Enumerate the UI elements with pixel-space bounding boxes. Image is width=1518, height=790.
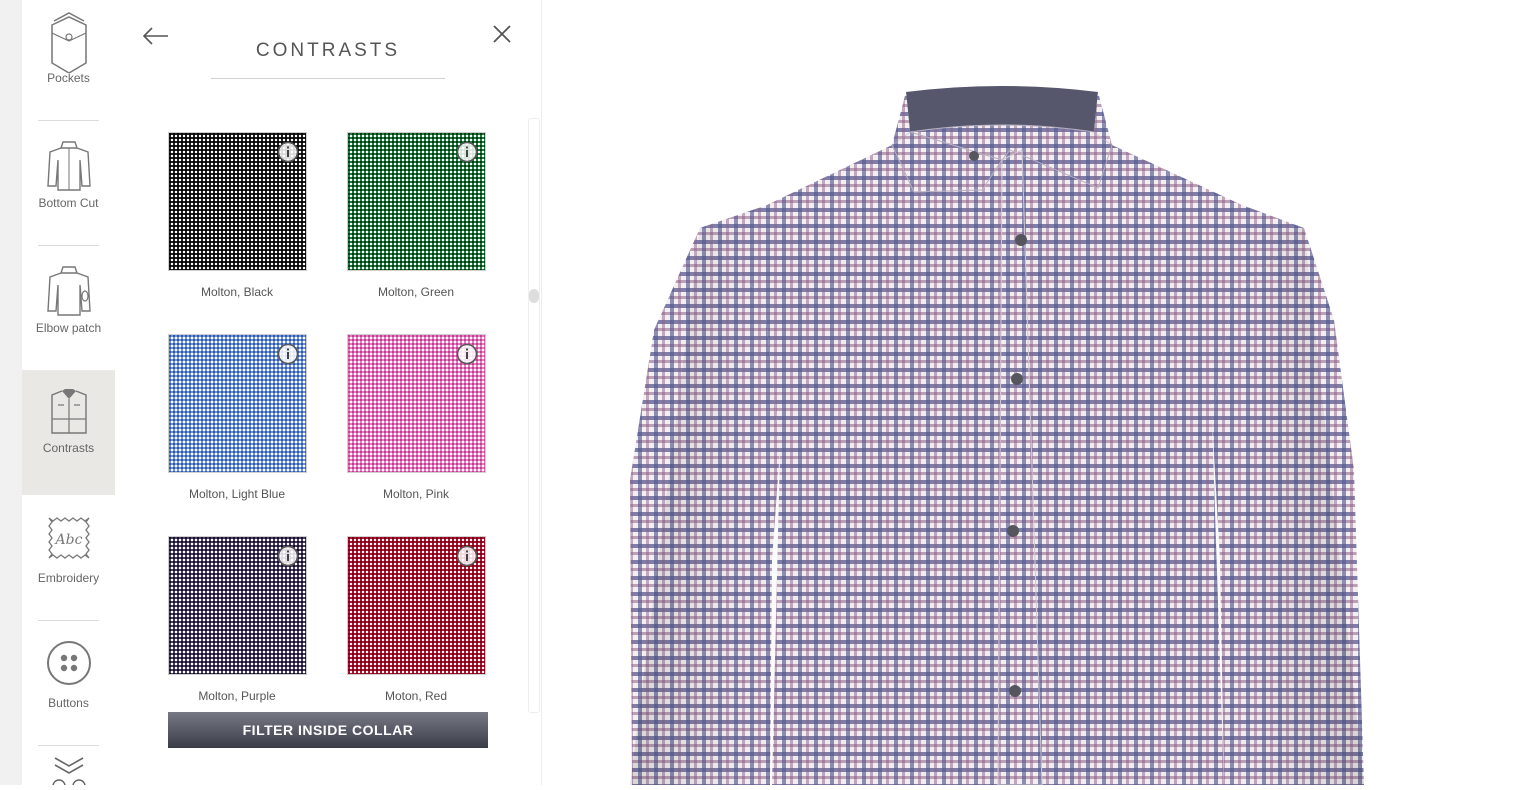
contrasts-icon <box>44 383 94 434</box>
scrollbar-thumb[interactable] <box>529 289 539 303</box>
back-button[interactable] <box>140 22 172 50</box>
fabric-swatch[interactable] <box>168 334 307 473</box>
nav-more-button[interactable] <box>22 746 115 790</box>
nav-item-embroidery[interactable]: Abc Embroidery <box>22 500 115 625</box>
close-button[interactable] <box>488 20 516 48</box>
fabric-swatch-label: Molton, Light Blue <box>188 487 286 501</box>
embroidery-icon-text: Abc <box>53 532 82 548</box>
panel-scrollbar[interactable] <box>528 118 540 713</box>
nav-item-contrasts[interactable]: Contrasts <box>22 370 115 495</box>
info-icon[interactable] <box>456 343 478 365</box>
fabric-swatch[interactable] <box>168 132 307 271</box>
fabric-swatch[interactable] <box>347 132 486 271</box>
fabric-swatch-label: Moton, Red <box>384 689 448 703</box>
buttons-icon <box>44 638 94 688</box>
pocket-icon <box>44 12 94 74</box>
nav-divider <box>38 120 99 121</box>
arrow-left-icon <box>140 27 172 54</box>
fabric-swatch-label: Molton, Purple <box>198 689 276 703</box>
info-icon[interactable] <box>277 343 299 365</box>
shirt-preview <box>542 0 1518 785</box>
customization-nav: Pockets Bottom Cut Elbow patch Contrasts… <box>22 0 115 790</box>
filter-inside-collar-button[interactable]: FILTER INSIDE COLLAR <box>168 712 488 748</box>
nav-item-label: Buttons <box>48 696 89 710</box>
nav-item-bottom-cut[interactable]: Bottom Cut <box>22 125 115 250</box>
nav-item-label: Bottom Cut <box>38 196 99 210</box>
info-icon[interactable] <box>456 545 478 567</box>
nav-divider <box>38 245 99 246</box>
info-icon[interactable] <box>277 545 299 567</box>
shirt-image <box>630 86 1364 785</box>
elbow-patch-icon <box>44 263 94 316</box>
close-icon <box>488 25 516 52</box>
chevron-double-down-icon <box>49 746 89 790</box>
nav-item-pockets[interactable]: Pockets <box>22 0 115 125</box>
fabric-swatch-label: Molton, Pink <box>382 487 450 501</box>
info-icon[interactable] <box>456 141 478 163</box>
fabric-swatch[interactable] <box>347 536 486 675</box>
nav-item-label: Elbow patch <box>35 321 102 335</box>
fabric-swatch[interactable] <box>168 536 307 675</box>
nav-item-label: Pockets <box>47 71 90 85</box>
nav-item-elbow-patch[interactable]: Elbow patch <box>22 250 115 375</box>
title-underline <box>211 78 445 79</box>
fabric-swatch-label: Molton, Black <box>200 285 274 299</box>
info-icon[interactable] <box>277 141 299 163</box>
fabric-swatch-label: Molton, Green <box>377 285 455 299</box>
nav-divider <box>38 620 99 621</box>
nav-item-label: Contrasts <box>42 441 95 455</box>
fabric-swatch[interactable] <box>347 334 486 473</box>
nav-item-label: Embroidery <box>37 571 100 585</box>
panel-title: CONTRASTS <box>255 40 401 61</box>
nav-item-buttons[interactable]: Buttons <box>22 625 115 750</box>
bottom-cut-icon <box>44 138 94 191</box>
embroidery-icon: Abc <box>44 513 94 563</box>
left-edge-strip <box>0 0 22 785</box>
